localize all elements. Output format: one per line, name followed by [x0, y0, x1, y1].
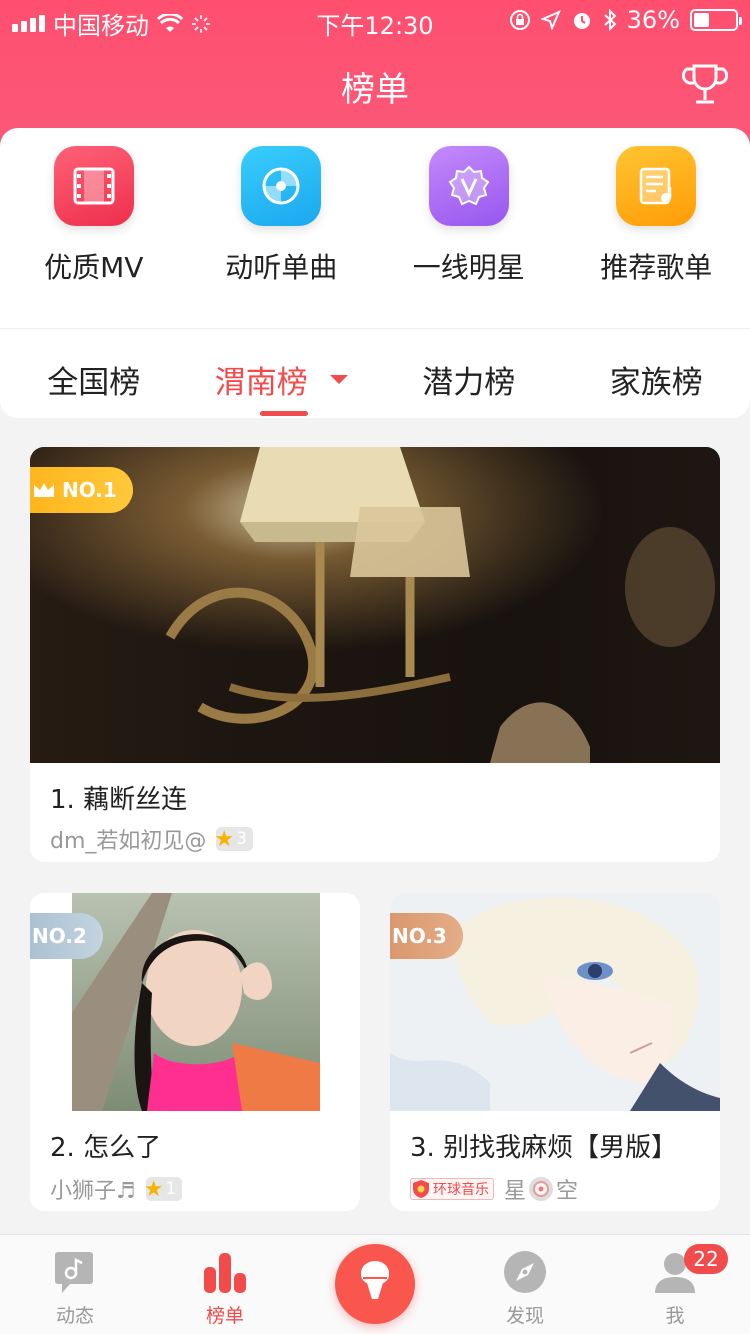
tab-label: 潜力榜 [422, 364, 516, 401]
playlist-icon [616, 146, 697, 226]
star-icon: ★ [214, 826, 235, 852]
star-level-tag: ★ 1 [143, 1176, 183, 1202]
tab-label: 家族榜 [609, 364, 703, 401]
category-label: 优质MV [44, 251, 144, 284]
tab-feed[interactable]: 动态 [0, 1235, 150, 1334]
rank-badge-text: NO.2 [32, 924, 87, 948]
rank-tabs: 全国榜 渭南榜 潜力榜 家族榜 [0, 340, 750, 418]
song-title: 3. 别找我麻烦【男版】 [410, 1133, 678, 1163]
tab-label: 榜单 [205, 1305, 244, 1327]
song-meta: 小狮子♬ ★ 1 [50, 1173, 183, 1205]
user-name[interactable]: 小狮子♬ [50, 1173, 136, 1205]
status-bar: 中国移动 下午12:30 36% [0, 0, 750, 40]
category-playlist[interactable]: 推荐歌单 [563, 146, 750, 326]
song-title: 2. 怎么了 [50, 1133, 162, 1163]
category-label: 动听单曲 [225, 251, 338, 284]
disc-icon [241, 146, 322, 226]
label-tag: 环球音乐 [410, 1178, 494, 1200]
rank-badge-text: NO.1 [62, 478, 117, 502]
tab-charts[interactable]: 榜单 [150, 1235, 300, 1334]
vip-badge-icon [428, 146, 509, 226]
category-single[interactable]: 动听单曲 [188, 146, 376, 326]
rank-card-1[interactable]: NO.1 1. 藕断丝连 dm_若如初见@ ★ 3 [30, 447, 720, 862]
tab-family[interactable]: 家族榜 [563, 340, 750, 418]
tab-national[interactable]: 全国榜 [0, 340, 188, 418]
tab-weinan[interactable]: 渭南榜 [188, 340, 376, 418]
crown-icon [34, 483, 54, 497]
tab-label: 我 [665, 1305, 685, 1327]
user-name[interactable]: 星 [504, 1173, 526, 1205]
page-title: 榜单 [341, 70, 409, 110]
category-mv[interactable]: 优质MV [0, 146, 188, 326]
shield-icon [413, 1180, 429, 1198]
tab-potential[interactable]: 潜力榜 [375, 340, 563, 418]
song-title: 1. 藕断丝连 [50, 785, 188, 815]
song-meta: dm_若如初见@ ★ 3 [50, 823, 253, 855]
trophy-icon[interactable] [682, 62, 728, 108]
rank-badge-text: NO.3 [392, 924, 447, 948]
rank-card-2[interactable]: NO.2 2. 怎么了 小狮子♬ ★ 1 [30, 893, 360, 1211]
star-icon: ★ [143, 1176, 164, 1202]
song-meta: 环球音乐 星 空 [410, 1173, 578, 1205]
tab-me[interactable]: 我 [600, 1235, 750, 1334]
user-name[interactable]: dm_若如初见@ [50, 823, 206, 855]
tab-label: 发现 [505, 1305, 544, 1327]
category-label: 推荐歌单 [600, 251, 713, 284]
category-card: 优质MV 动听单曲 一线明星 推荐歌单 全国榜 渭南榜 潜力榜 家族榜 [0, 128, 750, 418]
notification-badge: 22 [684, 1244, 728, 1274]
music-note-icon [55, 1252, 93, 1293]
rank-badge: NO.2 [30, 913, 103, 959]
rank-badge: NO.3 [390, 913, 463, 959]
battery-percent: 36% [626, 6, 680, 34]
category-label: 一线明星 [412, 251, 525, 284]
rotation-lock-icon [509, 10, 530, 30]
location-icon [540, 10, 561, 30]
microphone-icon [361, 1261, 389, 1299]
category-star[interactable]: 一线明星 [375, 146, 563, 326]
avatar-icon [529, 1177, 554, 1201]
tab-discover[interactable]: 发现 [450, 1235, 600, 1334]
tab-label: 全国榜 [47, 364, 141, 401]
divider [0, 328, 750, 329]
category-row: 优质MV 动听单曲 一线明星 推荐歌单 [0, 146, 750, 326]
record-button[interactable] [335, 1244, 415, 1324]
active-tab-indicator [259, 411, 308, 416]
cover-image[interactable] [30, 447, 720, 763]
battery-icon [690, 9, 742, 31]
tab-label: 渭南榜 [214, 364, 308, 401]
alarm-icon [573, 13, 590, 29]
bluetooth-icon [603, 9, 617, 31]
film-icon [53, 146, 134, 226]
rank-badge: NO.1 [30, 467, 133, 513]
caret-down-icon[interactable] [329, 374, 348, 384]
user-name-suffix: 空 [556, 1179, 579, 1204]
cover-image[interactable] [72, 893, 320, 1111]
tab-label: 动态 [55, 1305, 94, 1327]
compass-icon [504, 1251, 546, 1293]
rank-card-3[interactable]: NO.3 3. 别找我麻烦【男版】 环球音乐 星 空 [390, 893, 720, 1211]
star-level-tag: ★ 3 [214, 826, 253, 852]
chart-icon [204, 1253, 246, 1293]
